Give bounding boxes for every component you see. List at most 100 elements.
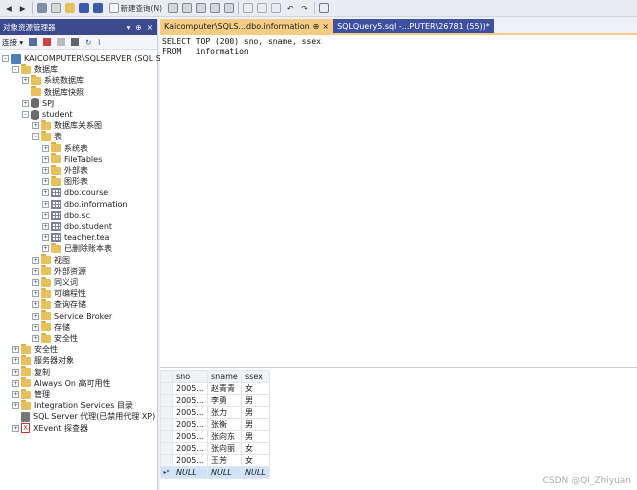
row-header[interactable] [160,430,173,443]
table-row[interactable]: 2005... 张向东男 [160,430,270,443]
disconnect-icon[interactable] [43,38,52,46]
row-header[interactable] [160,406,173,419]
connect-icon[interactable] [29,38,38,46]
table-row[interactable]: 2005... 李勇男 [160,394,270,407]
expand-icon[interactable]: + [42,200,49,208]
new-file-icon[interactable] [50,3,61,13]
row-header[interactable] [160,394,173,407]
xmla-query-icon[interactable] [210,3,221,13]
expand-icon[interactable]: + [42,144,49,152]
cell-sname[interactable]: 王芳 [207,454,242,467]
expand-icon[interactable]: + [12,402,19,410]
expand-icon[interactable]: + [22,99,29,107]
cell-sno[interactable]: 2005... [172,430,208,443]
tree-node[interactable]: + 图形表 [42,175,88,187]
tree-node[interactable]: + 系统表 [42,142,88,154]
cell-sno[interactable]: 2005... [172,418,208,431]
expand-icon[interactable]: + [42,234,49,242]
table-row[interactable]: 2005... 张衡男 [160,418,270,431]
tree-node[interactable]: + 管理 [12,388,50,400]
column-header-sno[interactable]: sno [172,370,208,383]
results-pane-icon[interactable] [318,3,329,13]
new-row[interactable]: ▸* NULL NULL NULL [160,466,270,479]
expand-icon[interactable]: + [32,323,39,331]
expand-icon[interactable]: + [42,245,49,253]
tree-node[interactable]: + 视图 [32,254,70,266]
tree-node[interactable]: + 可编程性 [32,287,86,299]
undo-icon[interactable]: ↶ [285,2,295,15]
save-all-icon[interactable] [92,3,103,13]
activity-monitor-icon[interactable]: ⌇ [97,38,101,47]
pin-tab-icon[interactable]: ⊕ [313,22,320,31]
table-row[interactable]: 2005... 张向丽女 [160,442,270,455]
cut-icon[interactable] [243,3,254,13]
open-folder-icon[interactable] [64,3,75,13]
expand-icon[interactable]: + [32,312,39,320]
paste-icon[interactable] [271,3,282,13]
refresh-icon[interactable]: ↻ [85,38,91,47]
database-engine-query-icon[interactable] [168,3,179,13]
expand-icon[interactable]: + [12,391,19,398]
tree-node[interactable]: + dbo.course [42,187,108,198]
tree-node[interactable]: + dbo.information [42,199,128,210]
cell-sname[interactable]: NULL [207,466,242,479]
dax-query-icon[interactable] [224,3,235,13]
expand-icon[interactable]: + [32,122,39,130]
tree-node[interactable]: - KAICOMPUTER\SQLSERVER (SQL Server [2,53,182,64]
cell-sname[interactable]: 李勇 [207,394,242,407]
expand-icon[interactable]: + [32,279,39,286]
cell-ssex[interactable]: 男 [241,430,270,443]
mdx-query-icon[interactable] [182,3,193,13]
tree-node[interactable]: + teacher.tea [42,232,109,243]
tree-node[interactable]: + 查询存储 [32,298,86,310]
expand-icon[interactable]: + [42,155,49,163]
expand-icon[interactable]: + [32,290,39,298]
expand-icon[interactable]: + [42,167,49,174]
tree-node[interactable]: + dbo.student [42,221,112,232]
tree-node[interactable]: SQL Server 代理(已禁用代理 XP) [12,411,155,422]
redo-icon[interactable]: ↷ [299,2,309,15]
connect-button[interactable]: 连接 ▾ [2,37,23,48]
cell-ssex[interactable]: NULL [241,466,270,479]
stop-icon[interactable] [57,38,66,46]
forward-icon[interactable]: ▶ [18,2,28,15]
cell-ssex[interactable]: 男 [241,394,270,407]
expand-icon[interactable]: + [12,379,19,387]
cell-ssex[interactable]: 男 [241,406,270,419]
filter-icon[interactable] [71,38,80,46]
solution-icon[interactable] [36,3,47,13]
cell-sno[interactable]: 2005... [172,382,208,395]
expand-icon[interactable]: + [22,77,29,85]
new-query-button[interactable]: 新建查询(N) [107,2,164,15]
tree-node[interactable]: + 数据库关系图 [32,119,102,131]
table-row[interactable]: 2005... 张力男 [160,406,270,419]
tree-node[interactable]: 数据库快照 [22,86,84,98]
expand-icon[interactable]: + [32,335,39,342]
tree-node[interactable]: + 外部表 [42,164,88,176]
tree-node[interactable]: - student [22,109,73,120]
tree-node[interactable]: + 同义词 [32,276,78,288]
copy-icon[interactable] [257,3,268,13]
row-header[interactable] [160,442,173,455]
tree-node[interactable]: + Always On 高可用性 [12,377,111,389]
expand-icon[interactable]: + [12,424,19,432]
expand-icon[interactable]: + [42,189,49,197]
column-header-sname[interactable]: sname [207,370,242,383]
tree-node[interactable]: + 服务器对象 [12,354,74,366]
new-row-marker-icon[interactable]: ▸* [160,466,173,479]
tab-information[interactable]: Kaicomputer\SQLS...dbo.information ⊕ × [160,19,334,33]
results-grid[interactable]: sno sname ssex 2005... 赵青青女 2005... 李勇男 2005...… [160,370,270,479]
cell-ssex[interactable]: 男 [241,418,270,431]
row-header[interactable] [160,454,173,467]
collapse-icon[interactable]: - [12,66,19,74]
save-icon[interactable] [78,3,89,13]
tree-node[interactable]: + FileTables [42,153,102,165]
tree-node[interactable]: + 存储 [32,321,70,333]
tree-node[interactable]: + X XEvent 探查器 [12,423,88,434]
close-icon[interactable]: × [147,23,153,32]
row-header[interactable] [160,418,173,431]
collapse-icon[interactable]: - [22,111,29,118]
cell-sname[interactable]: 张向东 [207,430,242,443]
collapse-icon[interactable]: - [32,133,39,141]
cell-sno[interactable]: 2005... [172,394,208,407]
